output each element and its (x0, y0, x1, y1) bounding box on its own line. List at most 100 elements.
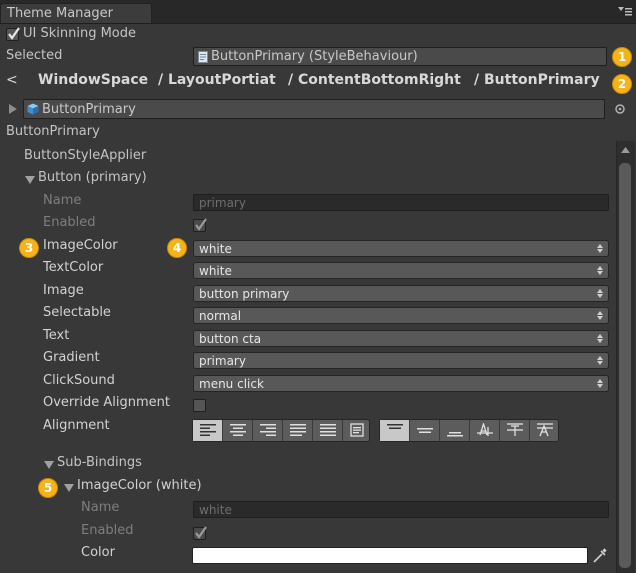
align-capline-icon (537, 423, 553, 437)
align-top-button[interactable] (380, 420, 410, 441)
sub-name-field: white (193, 501, 609, 518)
property-dropdown[interactable]: menu click (193, 375, 609, 392)
dropdown-arrows-icon (597, 356, 603, 365)
property-dropdown[interactable]: white (193, 262, 609, 279)
override-alignment-label: Override Alignment (43, 395, 170, 410)
property-dropdown[interactable]: button primary (193, 285, 609, 302)
align-top-icon (387, 424, 403, 429)
align-geometry-icon (350, 423, 364, 437)
check-icon (195, 218, 207, 231)
sub-bindings-label: Sub-Bindings (57, 455, 142, 470)
skinning-mode-checkbox[interactable] (6, 27, 20, 41)
selected-row: Selected ButtonPrimary (StyleBehaviour) … (0, 46, 636, 68)
property-label: Text (43, 328, 70, 343)
align-center-icon (230, 424, 246, 436)
align-justify-icon (290, 424, 306, 436)
callout-badge-4: 4 (167, 238, 187, 258)
section-collapse-icon[interactable] (25, 176, 35, 184)
sub-bindings-collapse-icon[interactable] (44, 461, 54, 469)
horizontal-alignment-group (192, 419, 370, 442)
tab-title: Theme Manager (7, 6, 113, 21)
align-midline-button[interactable] (500, 420, 530, 441)
skinning-mode-row: UI Skinning Mode (0, 23, 636, 45)
dropdown-value: button cta (199, 332, 262, 346)
align-center-button[interactable] (223, 420, 253, 441)
align-right-icon (260, 424, 276, 436)
callout-badge-5: 5 (38, 478, 58, 498)
align-middle-icon (417, 428, 433, 433)
tab-theme-manager[interactable]: Theme Manager (0, 3, 152, 23)
object-picker-icon[interactable] (615, 104, 625, 114)
vertical-alignment-group (379, 419, 559, 442)
check-icon (195, 526, 207, 539)
property-label: ImageColor (43, 238, 118, 253)
align-flush-button[interactable] (313, 420, 343, 441)
selected-value: ButtonPrimary (StyleBehaviour) (211, 49, 418, 64)
property-dropdown[interactable]: primary (193, 352, 609, 369)
callout-badge-1: 1 (612, 47, 632, 67)
sub-binding-collapse-icon[interactable] (64, 484, 74, 492)
dropdown-arrows-icon (597, 311, 603, 320)
callout-badge-3: 3 (19, 238, 39, 258)
dropdown-value: white (199, 242, 232, 256)
align-geometry-button[interactable] (343, 420, 369, 441)
dropdown-value: menu click (199, 377, 264, 391)
scroll-up-icon[interactable] (621, 147, 630, 153)
expand-arrow-icon[interactable] (9, 104, 17, 114)
property-dropdown[interactable]: button cta (193, 330, 609, 347)
align-bottom-button[interactable] (440, 420, 470, 441)
align-left-icon (200, 424, 216, 436)
align-flush-icon (320, 424, 336, 436)
applier-label: ButtonStyleApplier (24, 148, 147, 163)
property-label: TextColor (43, 260, 104, 275)
property-dropdown[interactable]: white (193, 240, 609, 257)
property-label: ClickSound (43, 373, 115, 388)
dropdown-arrows-icon (597, 266, 603, 275)
dropdown-arrows-icon (597, 334, 603, 343)
tab-bar: Theme Manager (0, 0, 636, 24)
sub-name-label: Name (81, 500, 120, 515)
scrollbar-thumb[interactable] (619, 163, 631, 568)
property-label: Gradient (43, 350, 100, 365)
object-value: ButtonPrimary (42, 102, 136, 117)
sub-binding-title: ImageColor (white) (77, 478, 202, 493)
breadcrumb-item-buttonprimary[interactable]: / ButtonPrimary (474, 72, 600, 88)
property-label: Selectable (43, 305, 111, 320)
color-field[interactable] (192, 547, 588, 564)
skinning-mode-label: UI Skinning Mode (23, 26, 137, 41)
name-field: primary (193, 194, 609, 211)
object-row: ButtonPrimary (0, 98, 636, 120)
align-midline-icon (507, 423, 523, 436)
breadcrumb-item-layoutportiat[interactable]: / LayoutPortiat (158, 72, 276, 88)
align-baseline-button[interactable] (470, 420, 500, 441)
align-middle-button[interactable] (410, 420, 440, 441)
section-title: Button (primary) (38, 170, 147, 185)
color-label: Color (81, 545, 115, 560)
component-title: ButtonPrimary (6, 124, 100, 139)
align-baseline-icon (477, 423, 493, 436)
selected-label: Selected (6, 48, 63, 63)
dropdown-value: normal (199, 309, 242, 323)
object-field[interactable]: ButtonPrimary (23, 99, 605, 119)
selected-field[interactable]: ButtonPrimary (StyleBehaviour) (193, 47, 607, 66)
align-capline-button[interactable] (530, 420, 558, 441)
dropdown-value: button primary (199, 287, 290, 301)
sub-enabled-label: Enabled (81, 523, 134, 538)
property-label: Image (43, 283, 84, 298)
align-bottom-icon (447, 432, 463, 437)
align-justify-button[interactable] (283, 420, 313, 441)
menu-icon[interactable] (618, 5, 632, 17)
align-left-button[interactable] (193, 420, 223, 441)
dropdown-arrows-icon (597, 379, 603, 388)
breadcrumb-item-contentbottomright[interactable]: / ContentBottomRight (288, 72, 461, 88)
cube-icon (27, 103, 39, 115)
eyedropper-icon[interactable] (593, 548, 607, 563)
sub-enabled-checkbox (193, 526, 207, 540)
override-alignment-checkbox[interactable] (193, 399, 206, 412)
property-dropdown[interactable]: normal (193, 307, 609, 324)
script-icon (198, 51, 208, 63)
breadcrumb-item-windowspace[interactable]: WindowSpace (38, 72, 148, 88)
breadcrumb-back[interactable]: < (6, 72, 18, 88)
align-right-button[interactable] (253, 420, 283, 441)
enabled-checkbox (193, 218, 207, 232)
